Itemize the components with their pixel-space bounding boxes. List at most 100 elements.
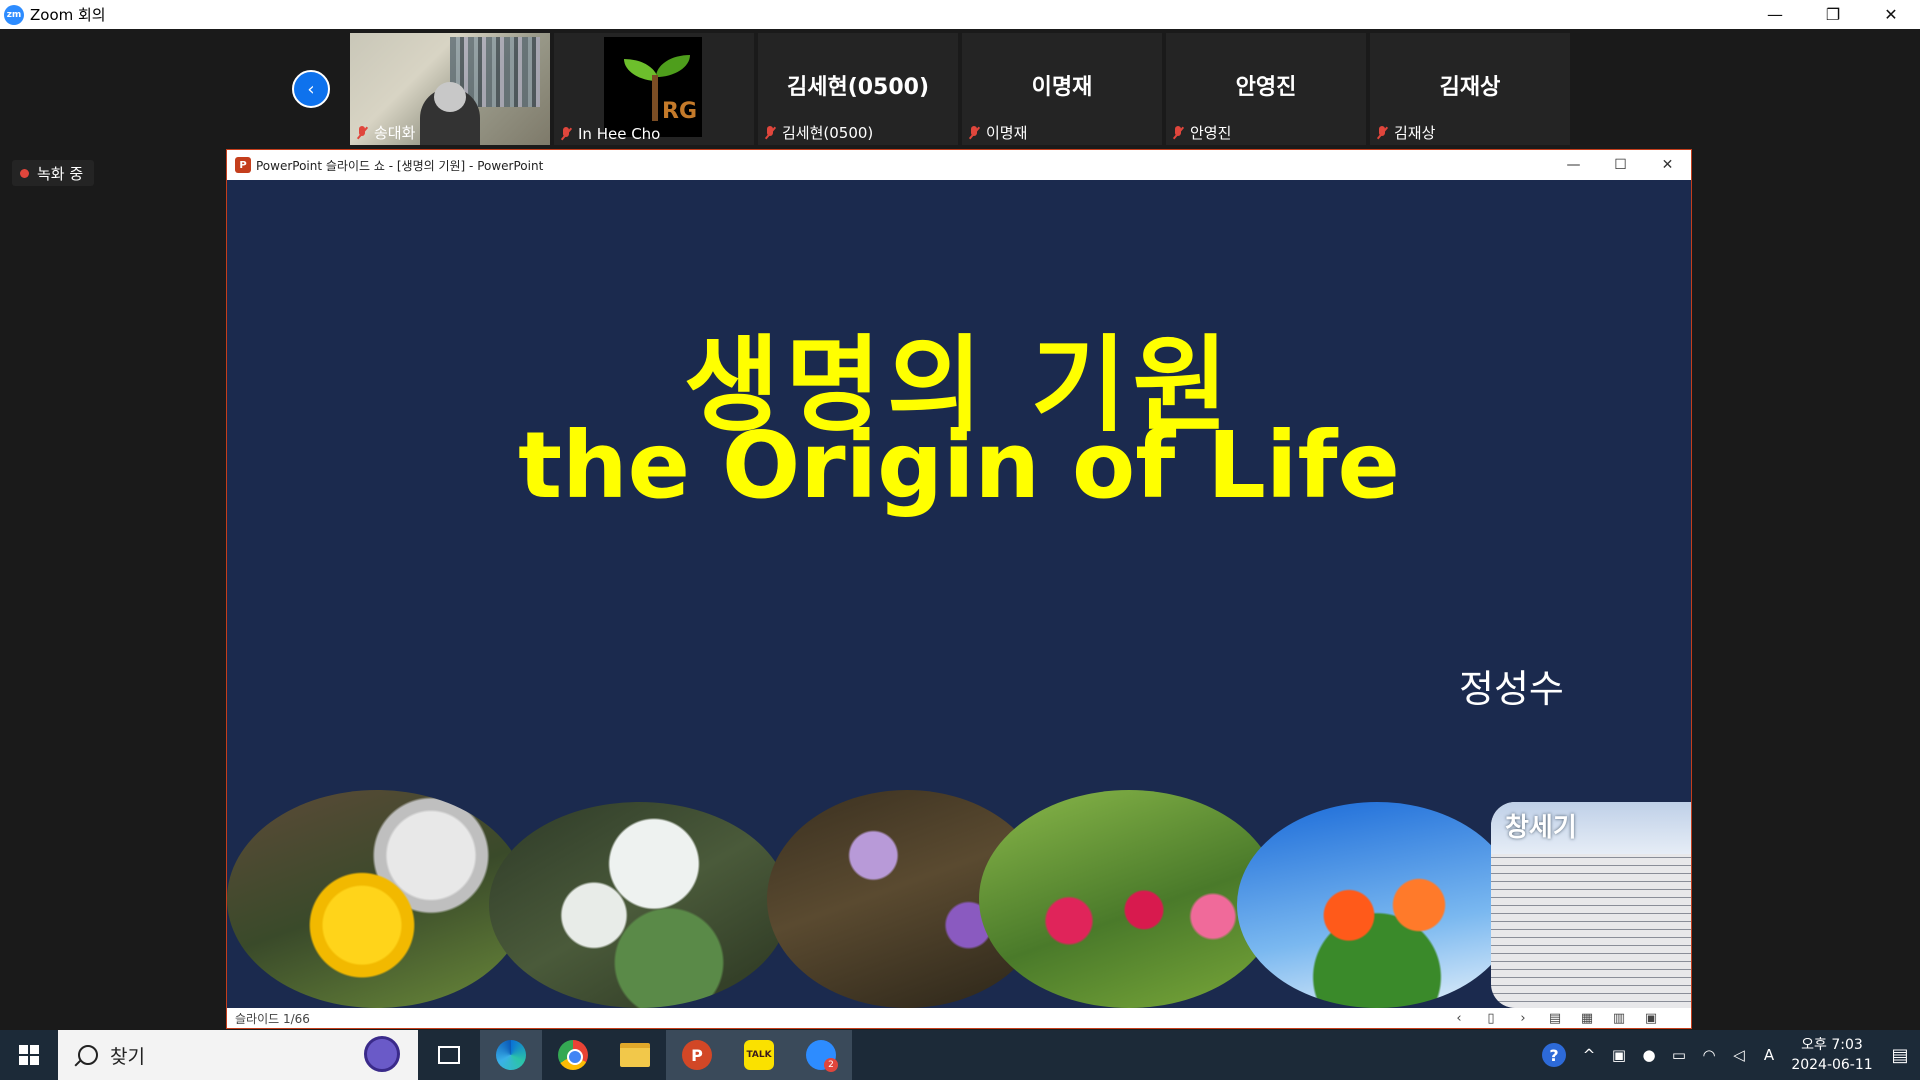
dandelion-photo [227, 790, 527, 1008]
window-title: Zoom 회의 [30, 6, 106, 24]
zoom-title-bar: zm Zoom 회의 — ❐ ✕ [0, 0, 1920, 29]
participant-display-name: 이명재 [1031, 75, 1093, 100]
task-view-icon [438, 1046, 460, 1064]
mic-muted-icon [966, 125, 982, 141]
edge-app[interactable] [480, 1030, 542, 1080]
participant-tile[interactable]: 김세현(0500) 김세현(0500) [758, 33, 958, 145]
device-icon[interactable]: ▣ [1604, 1046, 1634, 1064]
search-highlight-icon [364, 1036, 400, 1072]
participant-name: 송대화 [374, 124, 416, 142]
recording-indicator[interactable]: 녹화 중 [12, 160, 94, 186]
participant-label: 김세현(0500) [762, 122, 873, 143]
slideshow-view-icon[interactable]: ▣ [1635, 1011, 1667, 1026]
search-placeholder: 찾기 [110, 1045, 145, 1068]
folder-icon [620, 1043, 650, 1067]
edge-icon [496, 1040, 526, 1070]
ppt-minimize-button[interactable]: — [1550, 150, 1597, 180]
reading-view-icon[interactable]: ▥ [1603, 1011, 1635, 1026]
notification-button[interactable]: ▤ [1880, 1030, 1920, 1080]
chrome-icon [558, 1040, 588, 1070]
next-slide-icon[interactable]: › [1507, 1011, 1539, 1026]
participant-tile[interactable]: 송대화 [350, 33, 550, 145]
powerpoint-window-controls: — ☐ ✕ [1550, 150, 1691, 180]
previous-slide-icon[interactable]: ‹ [1443, 1011, 1475, 1026]
slide-number: 슬라이드 1/66 [235, 1011, 310, 1026]
gallery-prev-button[interactable]: ‹ [292, 70, 330, 108]
task-view-button[interactable] [418, 1030, 480, 1080]
ime-indicator[interactable]: A [1754, 1046, 1784, 1064]
clock-time: 오후 7:03 [1801, 1037, 1863, 1053]
normal-view-icon[interactable]: ▤ [1539, 1011, 1571, 1026]
zoom-app[interactable]: 2 [790, 1030, 852, 1080]
mic-muted-icon [354, 125, 370, 141]
participant-label: 안영진 [1170, 122, 1231, 143]
slide-title-english: the Origin of Life [518, 412, 1400, 519]
participant-display-name: 김세현(0500) [786, 75, 930, 100]
mic-muted-icon [1374, 125, 1390, 141]
powerpoint-taskbar-icon: P [682, 1040, 712, 1070]
volume-icon[interactable]: ◁ [1724, 1046, 1754, 1064]
wifi-icon[interactable]: ◠ [1694, 1046, 1724, 1064]
genesis-page-photo: 창세기 [1491, 802, 1691, 1008]
profile-logo: RG [604, 37, 702, 137]
taskbar-clock[interactable]: 오후 7:03 2024-06-11 [1784, 1035, 1880, 1075]
search-icon [78, 1045, 98, 1065]
participant-label: 이명재 [966, 122, 1027, 143]
close-button[interactable]: ✕ [1862, 0, 1920, 29]
participant-tile[interactable]: 이명재 이명재 [962, 33, 1162, 145]
start-button[interactable] [0, 1030, 58, 1080]
participant-tile[interactable]: 안영진 안영진 [1166, 33, 1366, 145]
participant-video [420, 82, 480, 145]
slideshow-status-bar: 슬라이드 1/66 ‹ ▯ › ▤ ▦ ▥ ▣ [227, 1008, 1691, 1028]
leaf-icon [656, 55, 690, 77]
participant-tile[interactable]: RG In Hee Cho [554, 33, 754, 145]
participant-name: 김재상 [1394, 124, 1436, 142]
ppt-close-button[interactable]: ✕ [1644, 150, 1691, 180]
recording-dot-icon [20, 168, 29, 178]
slide-canvas[interactable]: 생명의 기원 the Origin of Life 정성수 창세기 [227, 180, 1691, 1008]
participant-label: 송대화 [354, 122, 415, 143]
powerpoint-title-bar: P PowerPoint 슬라이드 쇼 - [생명의 기원] - PowerPo… [227, 150, 1691, 180]
minimize-button[interactable]: — [1746, 0, 1804, 29]
participant-name: In Hee Cho [578, 125, 661, 143]
participant-name: 이명재 [986, 124, 1028, 142]
kakaotalk-app[interactable]: TALK [728, 1030, 790, 1080]
zoom-badge: 2 [824, 1058, 838, 1072]
recording-label: 녹화 중 [37, 164, 84, 183]
mic-muted-icon [558, 126, 574, 142]
participant-name: 김세현(0500) [782, 124, 874, 142]
chevron-up-icon[interactable]: ^ [1574, 1046, 1604, 1064]
taskbar-search[interactable]: 찾기 [58, 1030, 418, 1080]
window-controls: — ❐ ✕ [1746, 0, 1920, 29]
stem-icon [652, 75, 658, 121]
participant-display-name: 김재상 [1439, 75, 1501, 100]
participant-label: 김재상 [1374, 122, 1435, 143]
powerpoint-window: P PowerPoint 슬라이드 쇼 - [생명의 기원] - PowerPo… [226, 149, 1692, 1029]
chevron-left-icon: ‹ [307, 78, 315, 100]
battery-icon[interactable]: ▭ [1664, 1046, 1694, 1064]
slide-sorter-icon[interactable]: ▦ [1571, 1011, 1603, 1026]
restore-button[interactable]: ❐ [1804, 0, 1862, 29]
mic-muted-icon [762, 125, 778, 141]
tulip-photo [1237, 802, 1517, 1008]
ppt-maximize-button[interactable]: ☐ [1597, 150, 1644, 180]
scripture-heading: 창세기 [1491, 802, 1691, 854]
powerpoint-app[interactable]: P [666, 1030, 728, 1080]
slideshow-controls: ‹ ▯ › ▤ ▦ ▥ ▣ [1443, 1008, 1667, 1028]
bleeding-heart-photo [979, 790, 1279, 1008]
notification-icon: ▤ [1891, 1044, 1909, 1066]
participant-tile[interactable]: 김재상 김재상 [1370, 33, 1570, 145]
powerpoint-icon: P [235, 157, 251, 173]
microphone-icon[interactable]: ● [1634, 1046, 1664, 1064]
windows-taskbar: 찾기 P TALK 2 ? ^ ▣ ● ▭ ◠ ◁ A 오후 7:03 2024… [0, 1030, 1920, 1080]
participant-name: 안영진 [1190, 124, 1232, 142]
help-icon[interactable]: ? [1542, 1043, 1566, 1067]
participant-label: In Hee Cho [558, 125, 660, 143]
file-explorer-app[interactable] [604, 1030, 666, 1080]
slide-menu-icon[interactable]: ▯ [1475, 1011, 1507, 1026]
logo-text: RG [662, 99, 697, 124]
clock-date: 2024-06-11 [1791, 1057, 1873, 1073]
participant-gallery: ‹ 송대화 RG In Hee Cho 김세현(0500) 김세현(0500) … [0, 29, 1920, 147]
chrome-app[interactable] [542, 1030, 604, 1080]
zoom-logo-icon: zm [4, 4, 24, 25]
